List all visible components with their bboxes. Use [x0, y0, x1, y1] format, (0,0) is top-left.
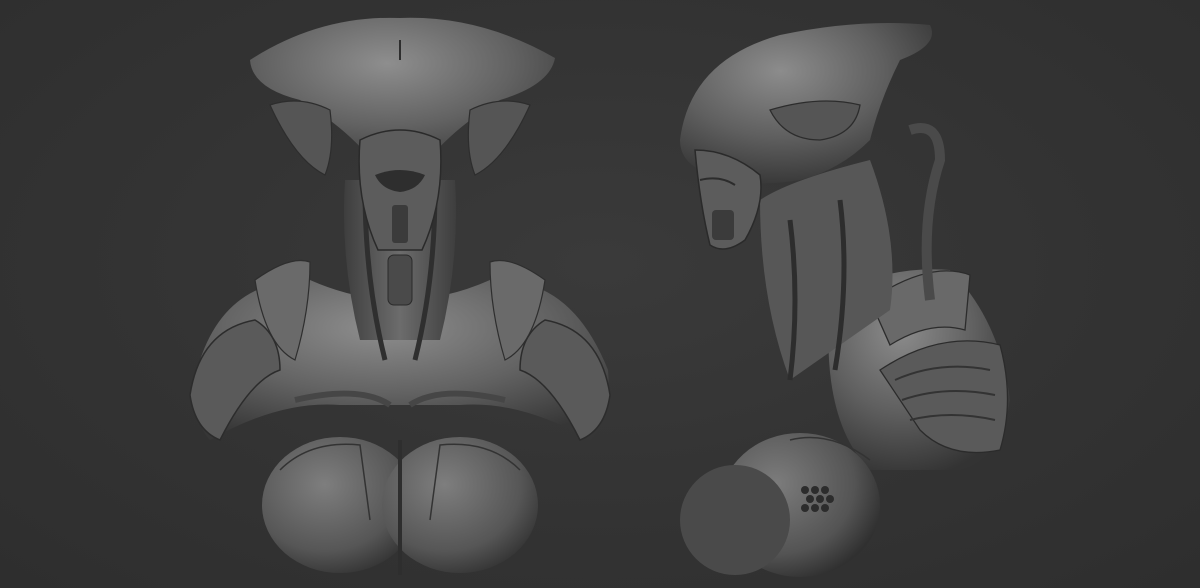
side-breast-far	[680, 465, 790, 575]
front-view-bust	[160, 0, 640, 588]
front-right-breast	[382, 437, 538, 573]
side-view-bust	[640, 0, 1060, 588]
render-canvas	[0, 0, 1200, 588]
